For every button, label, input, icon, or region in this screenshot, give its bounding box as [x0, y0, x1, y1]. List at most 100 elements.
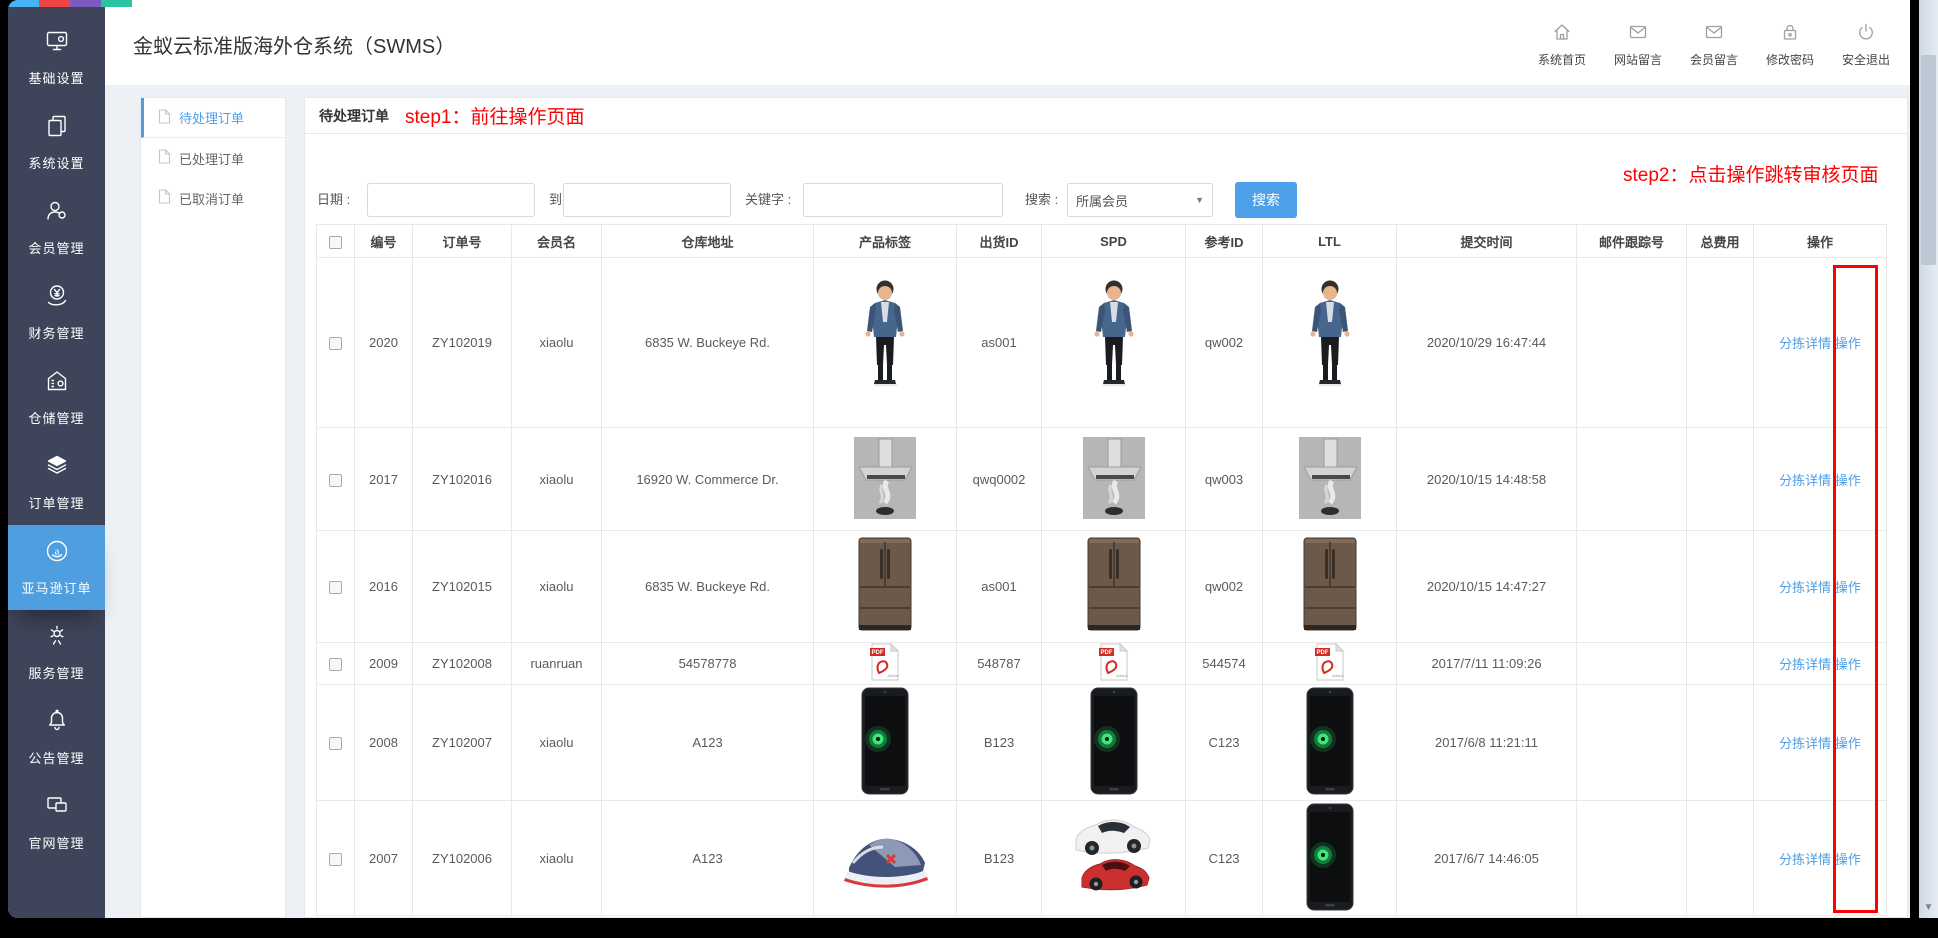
sorting-detail-link[interactable]: 分拣详情	[1779, 657, 1831, 672]
panel-title: 待处理订单	[319, 106, 389, 126]
filter-bar: 日期 : 到 关键字 : 搜索 : 所属会员 ▼ 搜索	[305, 183, 1907, 219]
sorting-detail-link[interactable]: 分拣详情	[1779, 580, 1831, 595]
sidebar-item-system-settings[interactable]: 系统设置	[8, 100, 105, 185]
pdf-file-product-image: PDFAdobe	[1098, 643, 1130, 681]
search-button[interactable]: 搜索	[1235, 182, 1297, 218]
sidebar-item-finance-mgmt[interactable]: 财务管理	[8, 270, 105, 355]
column-header: 邮件跟踪号	[1577, 225, 1687, 258]
sneaker-product-image	[839, 821, 931, 893]
operate-link[interactable]: 操作	[1835, 580, 1861, 595]
member-select[interactable]: 所属会员 ▼	[1067, 183, 1213, 217]
notice-bell-icon	[44, 708, 70, 739]
member-gear-icon	[44, 198, 70, 229]
order-id-cell: 2016	[355, 531, 413, 643]
row-checkbox[interactable]	[329, 474, 342, 487]
scrollbar-thumb[interactable]	[1921, 55, 1936, 265]
order-no-cell: ZY102015	[413, 531, 512, 643]
mail-tracking-cell	[1577, 428, 1687, 531]
operate-link[interactable]: 操作	[1835, 852, 1861, 867]
sidebar-item-service-mgmt[interactable]: 服务管理	[8, 610, 105, 695]
sorting-detail-link[interactable]: 分拣详情	[1779, 852, 1831, 867]
actions-cell: 分拣详情 操作	[1754, 685, 1887, 801]
sidebar: 基础设置系统设置会员管理财务管理仓储管理订单管理a亚马逊订单服务管理公告管理官网…	[8, 0, 105, 918]
chevron-down-icon: ▼	[1195, 195, 1204, 205]
boy-figure-product-image	[1299, 278, 1361, 404]
quick-link-change-password[interactable]: 修改密码	[1760, 22, 1820, 68]
svg-text:PDF: PDF	[872, 650, 884, 656]
sidebar-item-warehouse-mgmt[interactable]: 仓储管理	[8, 355, 105, 440]
row-checkbox[interactable]	[329, 853, 342, 866]
operate-link[interactable]: 操作	[1835, 473, 1861, 488]
address-cell: 16920 W. Commerce Dr.	[602, 428, 814, 531]
keyword-input[interactable]	[803, 183, 1003, 217]
svg-text:a: a	[54, 546, 59, 558]
row-checkbox[interactable]	[329, 337, 342, 350]
fridge-product-image	[1086, 537, 1142, 633]
scroll-down-icon[interactable]: ▼	[1919, 902, 1938, 913]
to-label: 到	[549, 183, 562, 217]
sorting-detail-link[interactable]: 分拣详情	[1779, 736, 1831, 751]
step2-annotation: step2：点击操作跳转审核页面	[1623, 160, 1878, 187]
svg-text:PDF: PDF	[1100, 650, 1112, 656]
sidebar-item-order-mgmt[interactable]: 订单管理	[8, 440, 105, 525]
submenu-item-label: 已取消订单	[179, 189, 244, 208]
svg-text:PDF: PDF	[1316, 650, 1328, 656]
svg-text:Adobe: Adobe	[1332, 673, 1344, 678]
product-image-cell	[1263, 428, 1397, 531]
address-cell: 54578778	[602, 643, 814, 685]
quick-link-logout[interactable]: 安全退出	[1836, 22, 1896, 68]
submenu-item-processed-orders[interactable]: 已处理订单	[141, 138, 285, 178]
quick-link-label: 安全退出	[1842, 51, 1890, 68]
smartphone-product-image	[1306, 803, 1354, 911]
sidebar-item-amazon-orders[interactable]: a亚马逊订单	[8, 525, 105, 610]
product-image-cell: PDF Adobe	[1263, 643, 1397, 685]
quick-link-member-messages[interactable]: 会员留言	[1684, 22, 1744, 68]
operate-link[interactable]: 操作	[1835, 336, 1861, 351]
quick-link-site-messages[interactable]: 网站留言	[1608, 22, 1668, 68]
column-header: 提交时间	[1397, 225, 1577, 258]
actions-cell: 分拣详情 操作	[1754, 531, 1887, 643]
row-checkbox[interactable]	[329, 658, 342, 671]
amazon-icon: a	[44, 538, 70, 569]
page-scrollbar[interactable]: ▼	[1919, 0, 1938, 918]
sorting-detail-link[interactable]: 分拣详情	[1779, 473, 1831, 488]
total-fee-cell	[1687, 801, 1754, 916]
mail-tracking-cell	[1577, 801, 1687, 916]
mail-tracking-cell	[1577, 531, 1687, 643]
member-cell: xiaolu	[512, 258, 602, 428]
submenu-item-cancelled-orders[interactable]: 已取消订单	[141, 178, 285, 218]
row-checkbox[interactable]	[329, 737, 342, 750]
pdf-file-product-image: PDF Adobe	[1314, 643, 1346, 681]
range-hood-product-image	[1299, 437, 1361, 519]
select-all-checkbox[interactable]	[329, 236, 342, 249]
actions-cell: 分拣详情 操作	[1754, 801, 1887, 916]
quick-links: 系统首页网站留言会员留言修改密码安全退出	[1532, 22, 1896, 68]
date-to-input[interactable]	[563, 183, 731, 217]
submit-time-cell: 2017/7/11 11:09:26	[1397, 643, 1577, 685]
column-header: 总费用	[1687, 225, 1754, 258]
operate-link[interactable]: 操作	[1835, 657, 1861, 672]
submenu-item-pending-orders[interactable]: 待处理订单	[141, 98, 285, 138]
ref-id-cell: qw002	[1186, 258, 1263, 428]
mail-icon	[1704, 22, 1724, 47]
quick-link-home[interactable]: 系统首页	[1532, 22, 1592, 68]
sidebar-item-notice-mgmt[interactable]: 公告管理	[8, 695, 105, 780]
order-no-cell: ZY102016	[413, 428, 512, 531]
orders-table-wrap: 编号订单号会员名仓库地址产品标签出货IDSPD参考IDLTL提交时间邮件跟踪号总…	[316, 224, 1887, 916]
sidebar-item-label: 会员管理	[28, 238, 84, 257]
product-image-cell	[814, 428, 957, 531]
date-from-input[interactable]	[367, 183, 535, 217]
fridge-product-image	[857, 537, 913, 633]
row-checkbox[interactable]	[329, 581, 342, 594]
document-icon	[158, 149, 171, 167]
ship-id-cell: B123	[957, 685, 1042, 801]
sidebar-item-member-mgmt[interactable]: 会员管理	[8, 185, 105, 270]
total-fee-cell	[1687, 531, 1754, 643]
ref-id-cell: C123	[1186, 801, 1263, 916]
operate-link[interactable]: 操作	[1835, 736, 1861, 751]
sidebar-item-basic-settings[interactable]: 基础设置	[8, 15, 105, 100]
address-cell: A123	[602, 685, 814, 801]
sorting-detail-link[interactable]: 分拣详情	[1779, 336, 1831, 351]
sidebar-item-website-mgmt[interactable]: 官网管理	[8, 780, 105, 865]
toy-cars-product-image	[1068, 812, 1160, 902]
